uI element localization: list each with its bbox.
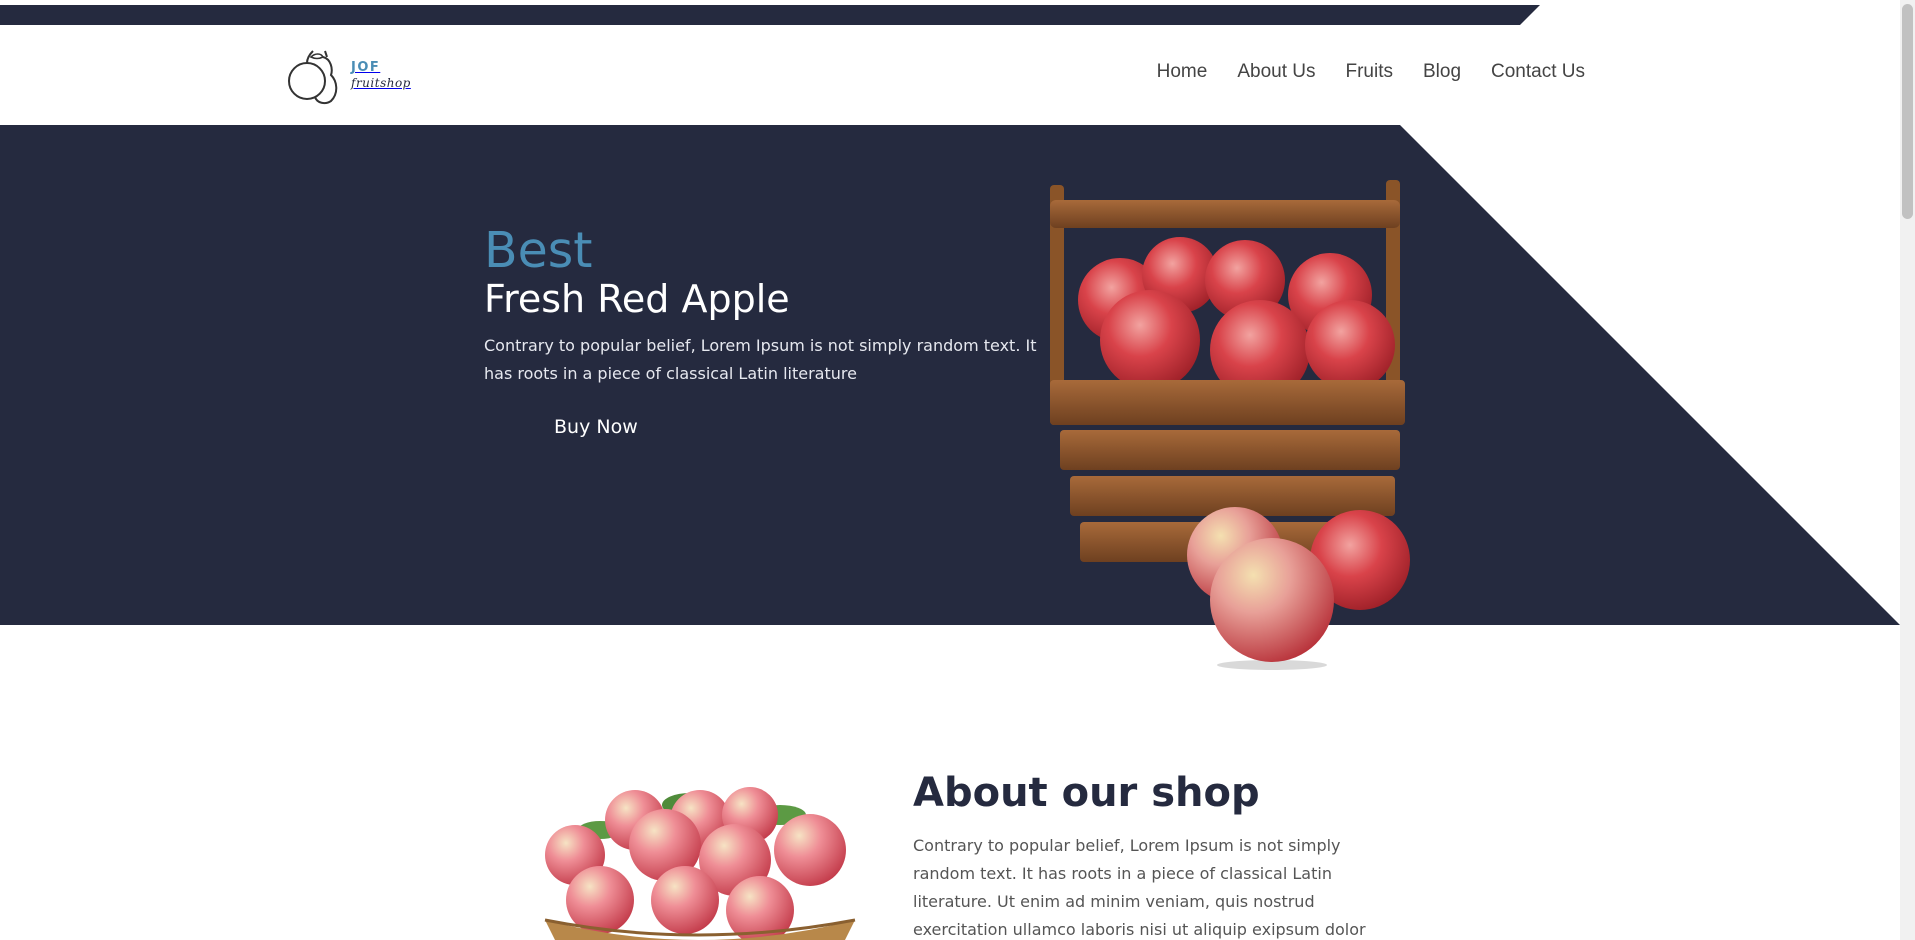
hero-section: Best Fresh Red Apple Contrary to popular… <box>0 125 1900 670</box>
nav-item-home[interactable]: Home <box>1157 61 1208 83</box>
about-content: About our shop Contrary to popular belie… <box>913 770 1373 940</box>
hero-pretitle: Best <box>484 222 593 279</box>
about-title: About our shop <box>913 770 1260 816</box>
top-accent-strip <box>0 5 1915 25</box>
nav-item-contact-us[interactable]: Contact Us <box>1491 61 1585 83</box>
logo[interactable]: JOF fruitshop <box>287 45 427 105</box>
nav-item-blog[interactable]: Blog <box>1423 61 1461 83</box>
hero-description: Contrary to popular belief, Lorem Ipsum … <box>484 336 1037 384</box>
scrollbar-thumb[interactable] <box>1902 4 1913 219</box>
about-description: Contrary to popular belief, Lorem Ipsum … <box>913 836 1366 939</box>
about-section: About our shop Contrary to popular belie… <box>0 740 1900 940</box>
hero-title: Fresh Red Apple <box>484 277 790 322</box>
nav-item-about-us[interactable]: About Us <box>1237 61 1315 83</box>
buy-now-button[interactable]: Buy Now <box>554 416 638 438</box>
apple-pear-logo-icon <box>288 50 338 105</box>
brand-tagline: fruitshop <box>351 76 411 90</box>
page-scrollbar[interactable] <box>1900 0 1915 940</box>
apple-bowl-image <box>544 787 856 940</box>
apple-basket-image <box>1050 180 1410 670</box>
nav-item-fruits[interactable]: Fruits <box>1345 61 1393 83</box>
main-nav: Home About Us Fruits Blog Contact Us <box>1157 61 1585 83</box>
site-header: JOF fruitshop Home About Us Fruits Blog … <box>0 25 1900 125</box>
hero-content: Best Fresh Red Apple Contrary to popular… <box>484 222 1044 439</box>
brand-name: JOF <box>351 60 381 75</box>
